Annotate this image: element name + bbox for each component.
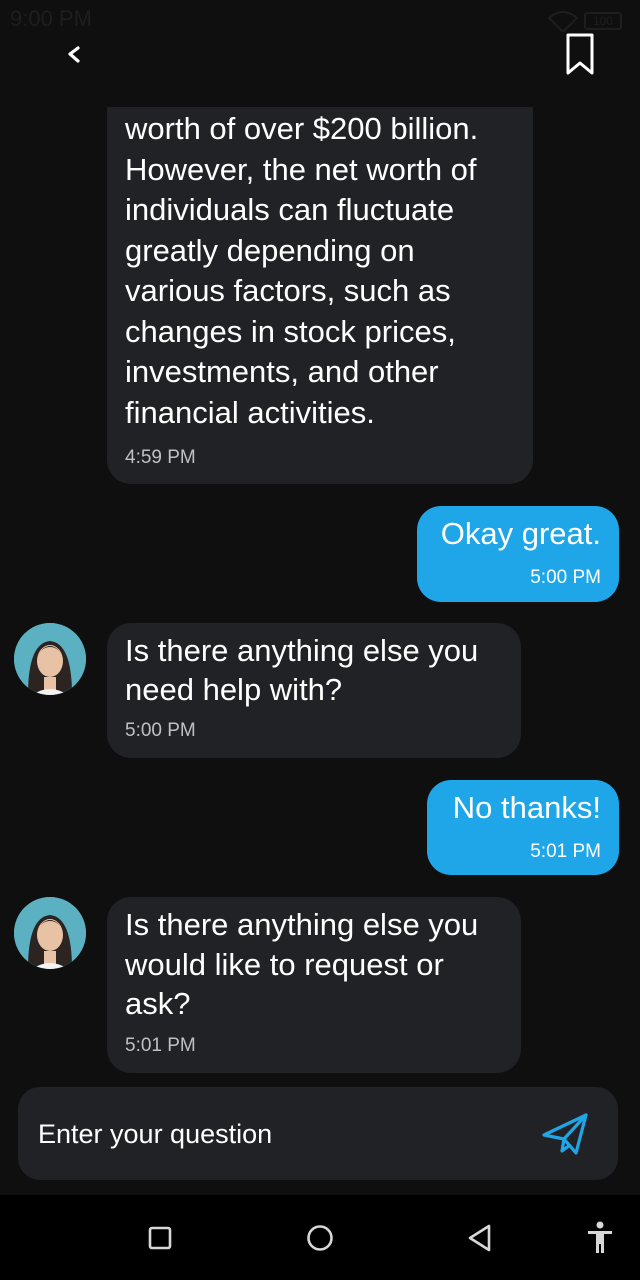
- avatar: [14, 623, 86, 695]
- send-icon: [542, 1113, 588, 1155]
- message-line: However, the net worth of: [125, 151, 477, 187]
- top-bar: [0, 30, 640, 80]
- accessibility-button[interactable]: [580, 1217, 620, 1257]
- bot-message: Is there anything else you need help wit…: [107, 623, 521, 758]
- back-button[interactable]: [56, 36, 92, 72]
- chevron-left-icon: [68, 46, 80, 63]
- wifi-icon: [548, 11, 578, 32]
- message-time: 5:01 PM: [530, 840, 601, 862]
- recent-apps-icon: [148, 1226, 172, 1250]
- message-line: greatly depending on: [125, 232, 415, 268]
- question-input-bar: [18, 1087, 618, 1180]
- message-text: Is there anything else you need help wit…: [125, 631, 503, 709]
- message-text: Okay great.: [440, 516, 601, 551]
- message-line: various factors, such as: [125, 273, 451, 308]
- send-button[interactable]: [540, 1109, 590, 1159]
- message-line: would like to request or: [125, 946, 444, 982]
- message-time: 4:59 PM: [125, 447, 196, 468]
- user-message: Okay great. 5:00 PM: [417, 506, 619, 602]
- message-line: ask?: [125, 986, 191, 1021]
- home-icon: [307, 1225, 333, 1251]
- avatar: [14, 897, 86, 969]
- message-text: Is there anything else you would like to…: [125, 905, 503, 1024]
- user-message: No thanks! 5:01 PM: [427, 780, 619, 875]
- recent-apps-button[interactable]: [140, 1217, 180, 1257]
- status-icons: 100: [548, 10, 628, 32]
- home-button[interactable]: [300, 1217, 340, 1257]
- message-line: worth of over $200 billion.: [125, 111, 479, 146]
- message-line: Is there anything else you: [125, 907, 479, 942]
- question-input[interactable]: [36, 1111, 520, 1157]
- system-nav-bar: [0, 1195, 640, 1280]
- message-line: financial activities.: [125, 394, 375, 430]
- status-time: 9:00 PM: [10, 6, 92, 31]
- bookmark-button[interactable]: [560, 32, 600, 76]
- message-line: investments, and other: [125, 354, 439, 389]
- header-mask: [0, 80, 640, 107]
- nav-back-button[interactable]: [460, 1217, 500, 1257]
- accessibility-icon: [588, 1221, 612, 1253]
- avatar-image: [14, 623, 86, 695]
- message-time: 5:01 PM: [125, 1034, 196, 1056]
- message-line: changes in stock prices,: [125, 313, 456, 349]
- message-text: worth of over $200 billion. However, the…: [125, 109, 515, 433]
- battery-icon: 100: [584, 12, 622, 30]
- message-time: 5:00 PM: [125, 720, 196, 741]
- bot-message: Is there anything else you would like to…: [107, 897, 521, 1073]
- message-text: No thanks!: [452, 790, 601, 825]
- message-line: need help with?: [125, 672, 343, 707]
- bot-message: worth of over $200 billion. However, the…: [107, 90, 533, 484]
- back-triangle-icon: [468, 1224, 491, 1252]
- message-time: 5:00 PM: [530, 566, 601, 588]
- avatar-image: [14, 897, 86, 969]
- message-line: Is there anything else you: [125, 633, 479, 668]
- bookmark-icon: [566, 33, 594, 75]
- message-line: individuals can fluctuate: [125, 192, 455, 227]
